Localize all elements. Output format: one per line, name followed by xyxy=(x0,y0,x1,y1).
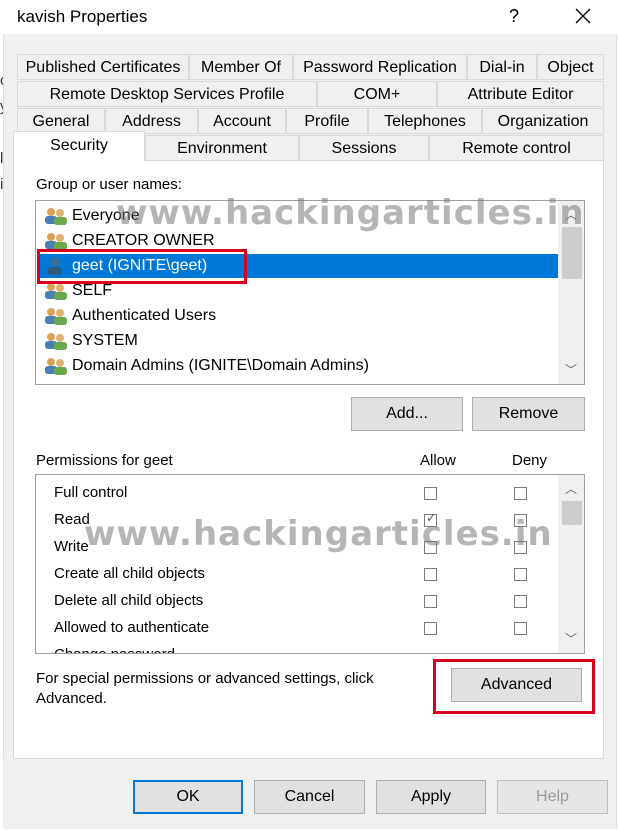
tab-account[interactable]: Account xyxy=(198,108,286,134)
permissions-scrollbar[interactable]: ︿ ﹀ xyxy=(558,475,584,653)
tab-organization[interactable]: Organization xyxy=(482,108,604,134)
list-item-label: geet (IGNITE\geet) xyxy=(72,257,208,274)
deny-checkbox[interactable] xyxy=(514,622,527,635)
list-item[interactable]: Domain Admins (IGNITE\Domain Admins) xyxy=(38,354,558,378)
advanced-hint: For special permissions or advanced sett… xyxy=(36,670,374,707)
tab-dial-in[interactable]: Dial-in xyxy=(467,54,537,80)
permissions-label: Permissions for geet xyxy=(36,452,173,469)
cancel-button[interactable]: Cancel xyxy=(254,780,365,814)
remove-button[interactable]: Remove xyxy=(472,397,585,431)
list-item-selected[interactable]: geet (IGNITE\geet) xyxy=(38,254,558,278)
scroll-up-icon[interactable]: ︿ xyxy=(558,479,584,499)
permission-name: Full control xyxy=(54,484,128,501)
list-item[interactable]: Everyone xyxy=(38,204,558,228)
deny-checkbox[interactable] xyxy=(514,514,527,527)
tab-object[interactable]: Object xyxy=(537,54,604,80)
close-icon xyxy=(575,8,591,24)
permission-name: Delete all child objects xyxy=(54,592,204,609)
allow-checkbox[interactable] xyxy=(424,568,437,581)
allow-checkbox[interactable] xyxy=(424,487,437,500)
deny-header: Deny xyxy=(512,452,548,469)
scroll-down-icon[interactable]: ﹀ xyxy=(558,360,584,380)
title-bar: kavish Properties ? xyxy=(0,0,618,34)
group-icon xyxy=(44,307,68,325)
list-item-label: SYSTEM xyxy=(72,332,138,349)
tab-attribute-editor[interactable]: Attribute Editor xyxy=(437,81,604,107)
permission-name: Read xyxy=(54,511,90,528)
group-list-scrollbar[interactable]: ︿ ﹀ xyxy=(558,201,584,384)
list-item[interactable]: CREATOR OWNER xyxy=(38,229,558,253)
tab-security[interactable]: Security xyxy=(13,131,145,161)
allow-checkbox-checked[interactable]: ✓ xyxy=(424,511,437,527)
permissions-list: Full control Read ✓ Write Create all chi… xyxy=(35,474,585,654)
tab-environment[interactable]: Environment xyxy=(145,135,299,161)
tab-password-replication[interactable]: Password Replication xyxy=(293,54,467,80)
tab-sessions[interactable]: Sessions xyxy=(299,135,429,161)
group-icon xyxy=(44,332,68,350)
tab-member-of[interactable]: Member Of xyxy=(189,54,293,80)
list-item-label: CREATOR OWNER xyxy=(72,232,215,249)
deny-checkbox[interactable] xyxy=(514,541,527,554)
allow-checkbox[interactable] xyxy=(424,595,437,608)
help-button[interactable]: Help xyxy=(497,780,608,814)
permission-name: Allowed to authenticate xyxy=(54,619,210,636)
allow-checkbox[interactable] xyxy=(424,541,437,554)
list-item-label: Everyone xyxy=(72,207,140,224)
apply-button[interactable]: Apply xyxy=(376,780,486,814)
close-button[interactable] xyxy=(566,2,600,30)
deny-checkbox[interactable] xyxy=(514,487,527,500)
tab-remote-desktop-services-profile[interactable]: Remote Desktop Services Profile xyxy=(17,81,317,107)
scroll-down-icon[interactable]: ﹀ xyxy=(558,629,584,649)
checkmark-icon: ✓ xyxy=(426,511,437,525)
group-icon xyxy=(44,282,68,300)
group-icon xyxy=(44,232,68,250)
permission-name: Write xyxy=(54,538,89,555)
tab-telephones[interactable]: Telephones xyxy=(368,108,482,134)
scroll-thumb[interactable] xyxy=(562,227,582,279)
tab-published-certificates[interactable]: Published Certificates xyxy=(17,54,189,80)
tab-profile[interactable]: Profile xyxy=(286,108,368,134)
user-icon xyxy=(44,257,68,275)
list-item[interactable]: SYSTEM xyxy=(38,329,558,353)
list-item[interactable]: SELF xyxy=(38,279,558,303)
group-user-label: Group or user names: xyxy=(36,176,182,193)
list-item[interactable]: Authenticated Users xyxy=(38,304,558,328)
advanced-button[interactable]: Advanced xyxy=(451,668,582,702)
list-item-label: SELF xyxy=(72,282,113,299)
permission-name: Change password xyxy=(54,643,175,653)
deny-checkbox[interactable] xyxy=(514,568,527,581)
window-title: kavish Properties xyxy=(17,7,148,26)
allow-checkbox[interactable] xyxy=(424,622,437,635)
deny-checkbox[interactable] xyxy=(514,595,527,608)
group-icon xyxy=(44,207,68,225)
help-title-button[interactable]: ? xyxy=(500,2,528,30)
scroll-thumb[interactable] xyxy=(562,501,582,525)
group-user-list[interactable]: Everyone CREATOR OWNER geet (IGNITE\geet… xyxy=(35,200,585,385)
allow-header: Allow xyxy=(420,452,456,469)
tab-remote-control[interactable]: Remote control xyxy=(429,135,604,161)
group-icon xyxy=(44,357,68,375)
list-item-label: Authenticated Users xyxy=(72,307,217,324)
ok-button[interactable]: OK xyxy=(133,780,243,814)
permission-name: Create all child objects xyxy=(54,565,205,582)
tab-com-plus[interactable]: COM+ xyxy=(317,81,437,107)
list-item-label: Domain Admins (IGNITE\Domain Admins) xyxy=(72,357,369,374)
add-button[interactable]: Add... xyxy=(351,397,463,431)
scroll-up-icon[interactable]: ︿ xyxy=(558,205,584,225)
